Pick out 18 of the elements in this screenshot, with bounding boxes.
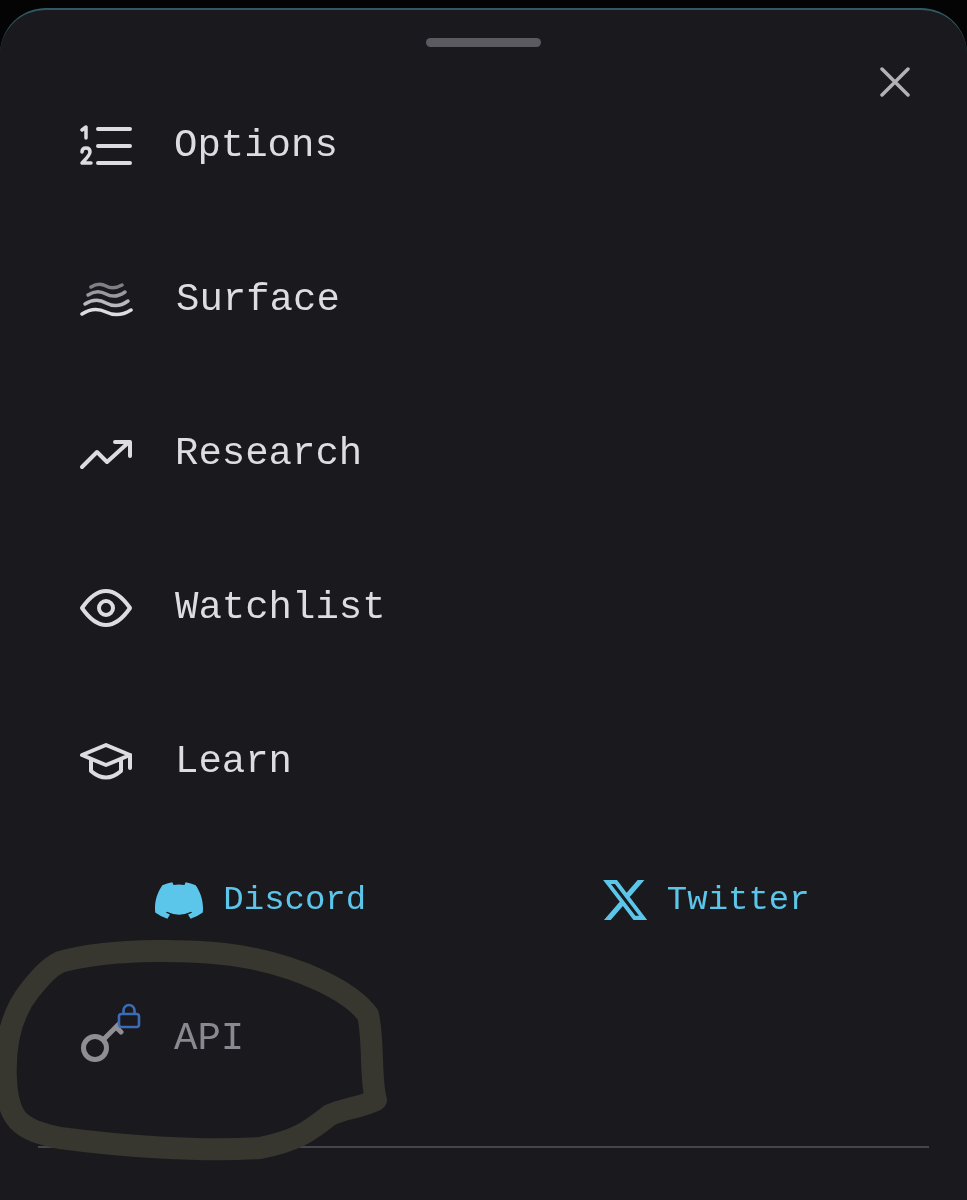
x-logo-icon: [602, 880, 647, 920]
numbered-list-icon: [79, 125, 132, 167]
menu-item[interactable]: Learn: [79, 736, 293, 788]
social-link[interactable]: Discord: [155, 878, 367, 922]
graduation-cap-icon: [79, 742, 133, 782]
menu-item[interactable]: Watchlist: [79, 582, 386, 634]
trend-up-icon: [79, 438, 133, 470]
menu-item[interactable]: Surface: [79, 274, 340, 326]
waves-icon: [79, 281, 134, 319]
menu-item[interactable]: Options: [79, 120, 338, 172]
menu-item[interactable]: API: [80, 1003, 245, 1063]
menu-item[interactable]: Research: [79, 428, 363, 480]
close-button[interactable]: [880, 67, 910, 97]
social-link[interactable]: Twitter: [602, 878, 810, 922]
eye-icon: [79, 588, 133, 628]
close-icon: [880, 67, 910, 97]
discord-icon: [155, 881, 204, 919]
drag-handle[interactable]: [426, 38, 541, 47]
